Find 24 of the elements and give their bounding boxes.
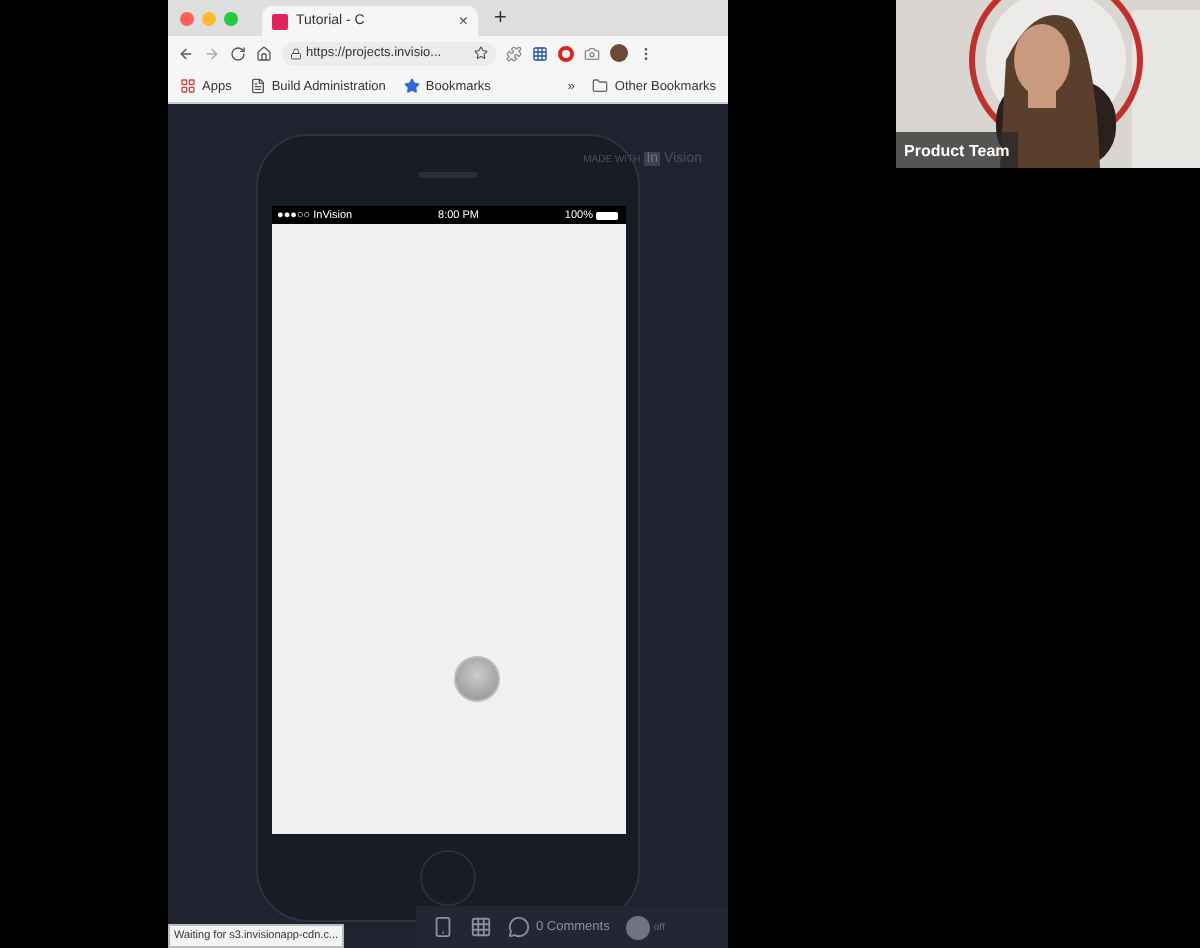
star-icon <box>403 78 420 94</box>
extension-badge-icon[interactable] <box>558 45 574 61</box>
touch-indicator <box>453 656 499 702</box>
camera-icon[interactable] <box>584 45 600 61</box>
extension-icon[interactable] <box>506 45 522 61</box>
avatar-icon[interactable] <box>610 44 628 62</box>
folder-icon <box>592 78 609 94</box>
tab-close-button[interactable]: × <box>458 12 468 30</box>
extension-icon[interactable] <box>532 45 548 61</box>
new-tab-button[interactable]: + <box>494 6 507 30</box>
battery-icon <box>596 211 619 219</box>
lock-icon <box>290 47 302 59</box>
phone-icon[interactable] <box>432 916 454 938</box>
reload-icon[interactable] <box>230 45 246 61</box>
comment-icon <box>508 916 530 938</box>
toggle-switch[interactable] <box>625 915 650 939</box>
back-icon[interactable] <box>178 45 194 61</box>
grid-icon[interactable] <box>470 916 492 938</box>
home-icon[interactable] <box>256 45 272 61</box>
bookmark-star-icon[interactable] <box>474 46 488 60</box>
apps-icon <box>180 78 196 94</box>
participant-name: Product Team <box>896 132 1018 168</box>
favicon-icon <box>272 13 288 29</box>
page-icon <box>249 78 266 94</box>
